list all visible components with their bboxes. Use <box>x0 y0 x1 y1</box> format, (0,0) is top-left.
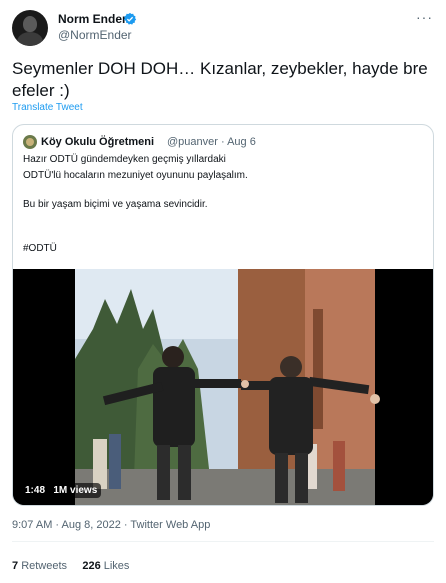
quoted-text-line: Bu bir yaşam biçimi ve yaşama sevincidir… <box>23 199 208 210</box>
likes-link[interactable]: 226 Likes <box>82 560 129 572</box>
verified-badge-icon <box>123 12 137 25</box>
retweets-link[interactable]: 7 Retweets <box>12 560 67 572</box>
tweet-text: Seymenler DOH DOH… Kızanlar, zeybekler, … <box>12 59 428 100</box>
tweet-stats: 7 Retweets 226 Likes <box>12 560 129 572</box>
author-handle[interactable]: @NormEnder <box>58 28 132 42</box>
likes-count: 226 <box>82 560 101 572</box>
likes-label: Likes <box>103 560 130 572</box>
retweets-label: Retweets <box>21 560 68 572</box>
more-icon[interactable]: ··· <box>416 10 433 24</box>
quoted-tweet[interactable]: Köy Okulu Öğretmeni @puanver · Aug 6 Haz… <box>12 124 434 506</box>
quoted-hashtag[interactable]: #ODTÜ <box>23 243 57 254</box>
quoted-avatar <box>23 135 37 149</box>
translate-tweet-link[interactable]: Translate Tweet <box>12 102 83 113</box>
retweets-count: 7 <box>12 560 19 572</box>
video-player[interactable]: 1:48 1M views <box>13 269 433 505</box>
quoted-text-line: Hazır ODTÜ gündemdeyken geçmiş yıllardak… <box>23 154 226 165</box>
quoted-handle-date: @puanver · Aug 6 <box>167 136 256 148</box>
avatar[interactable] <box>12 10 48 46</box>
author-name[interactable]: Norm Ender <box>58 12 127 26</box>
divider <box>12 541 434 542</box>
video-duration-badge: 1:48 1M views <box>21 483 102 498</box>
quoted-author-name: Köy Okulu Öğretmeni <box>41 136 155 148</box>
video-duration: 1:48 <box>25 485 46 496</box>
quoted-text-line: ODTÜ'lü hocaların mezuniyet oyununu payl… <box>23 170 248 181</box>
tweet-timestamp[interactable]: 9:07 AM · Aug 8, 2022 · Twitter Web App <box>12 519 210 531</box>
video-views: 1M views <box>53 485 98 496</box>
video-frame <box>13 269 433 505</box>
